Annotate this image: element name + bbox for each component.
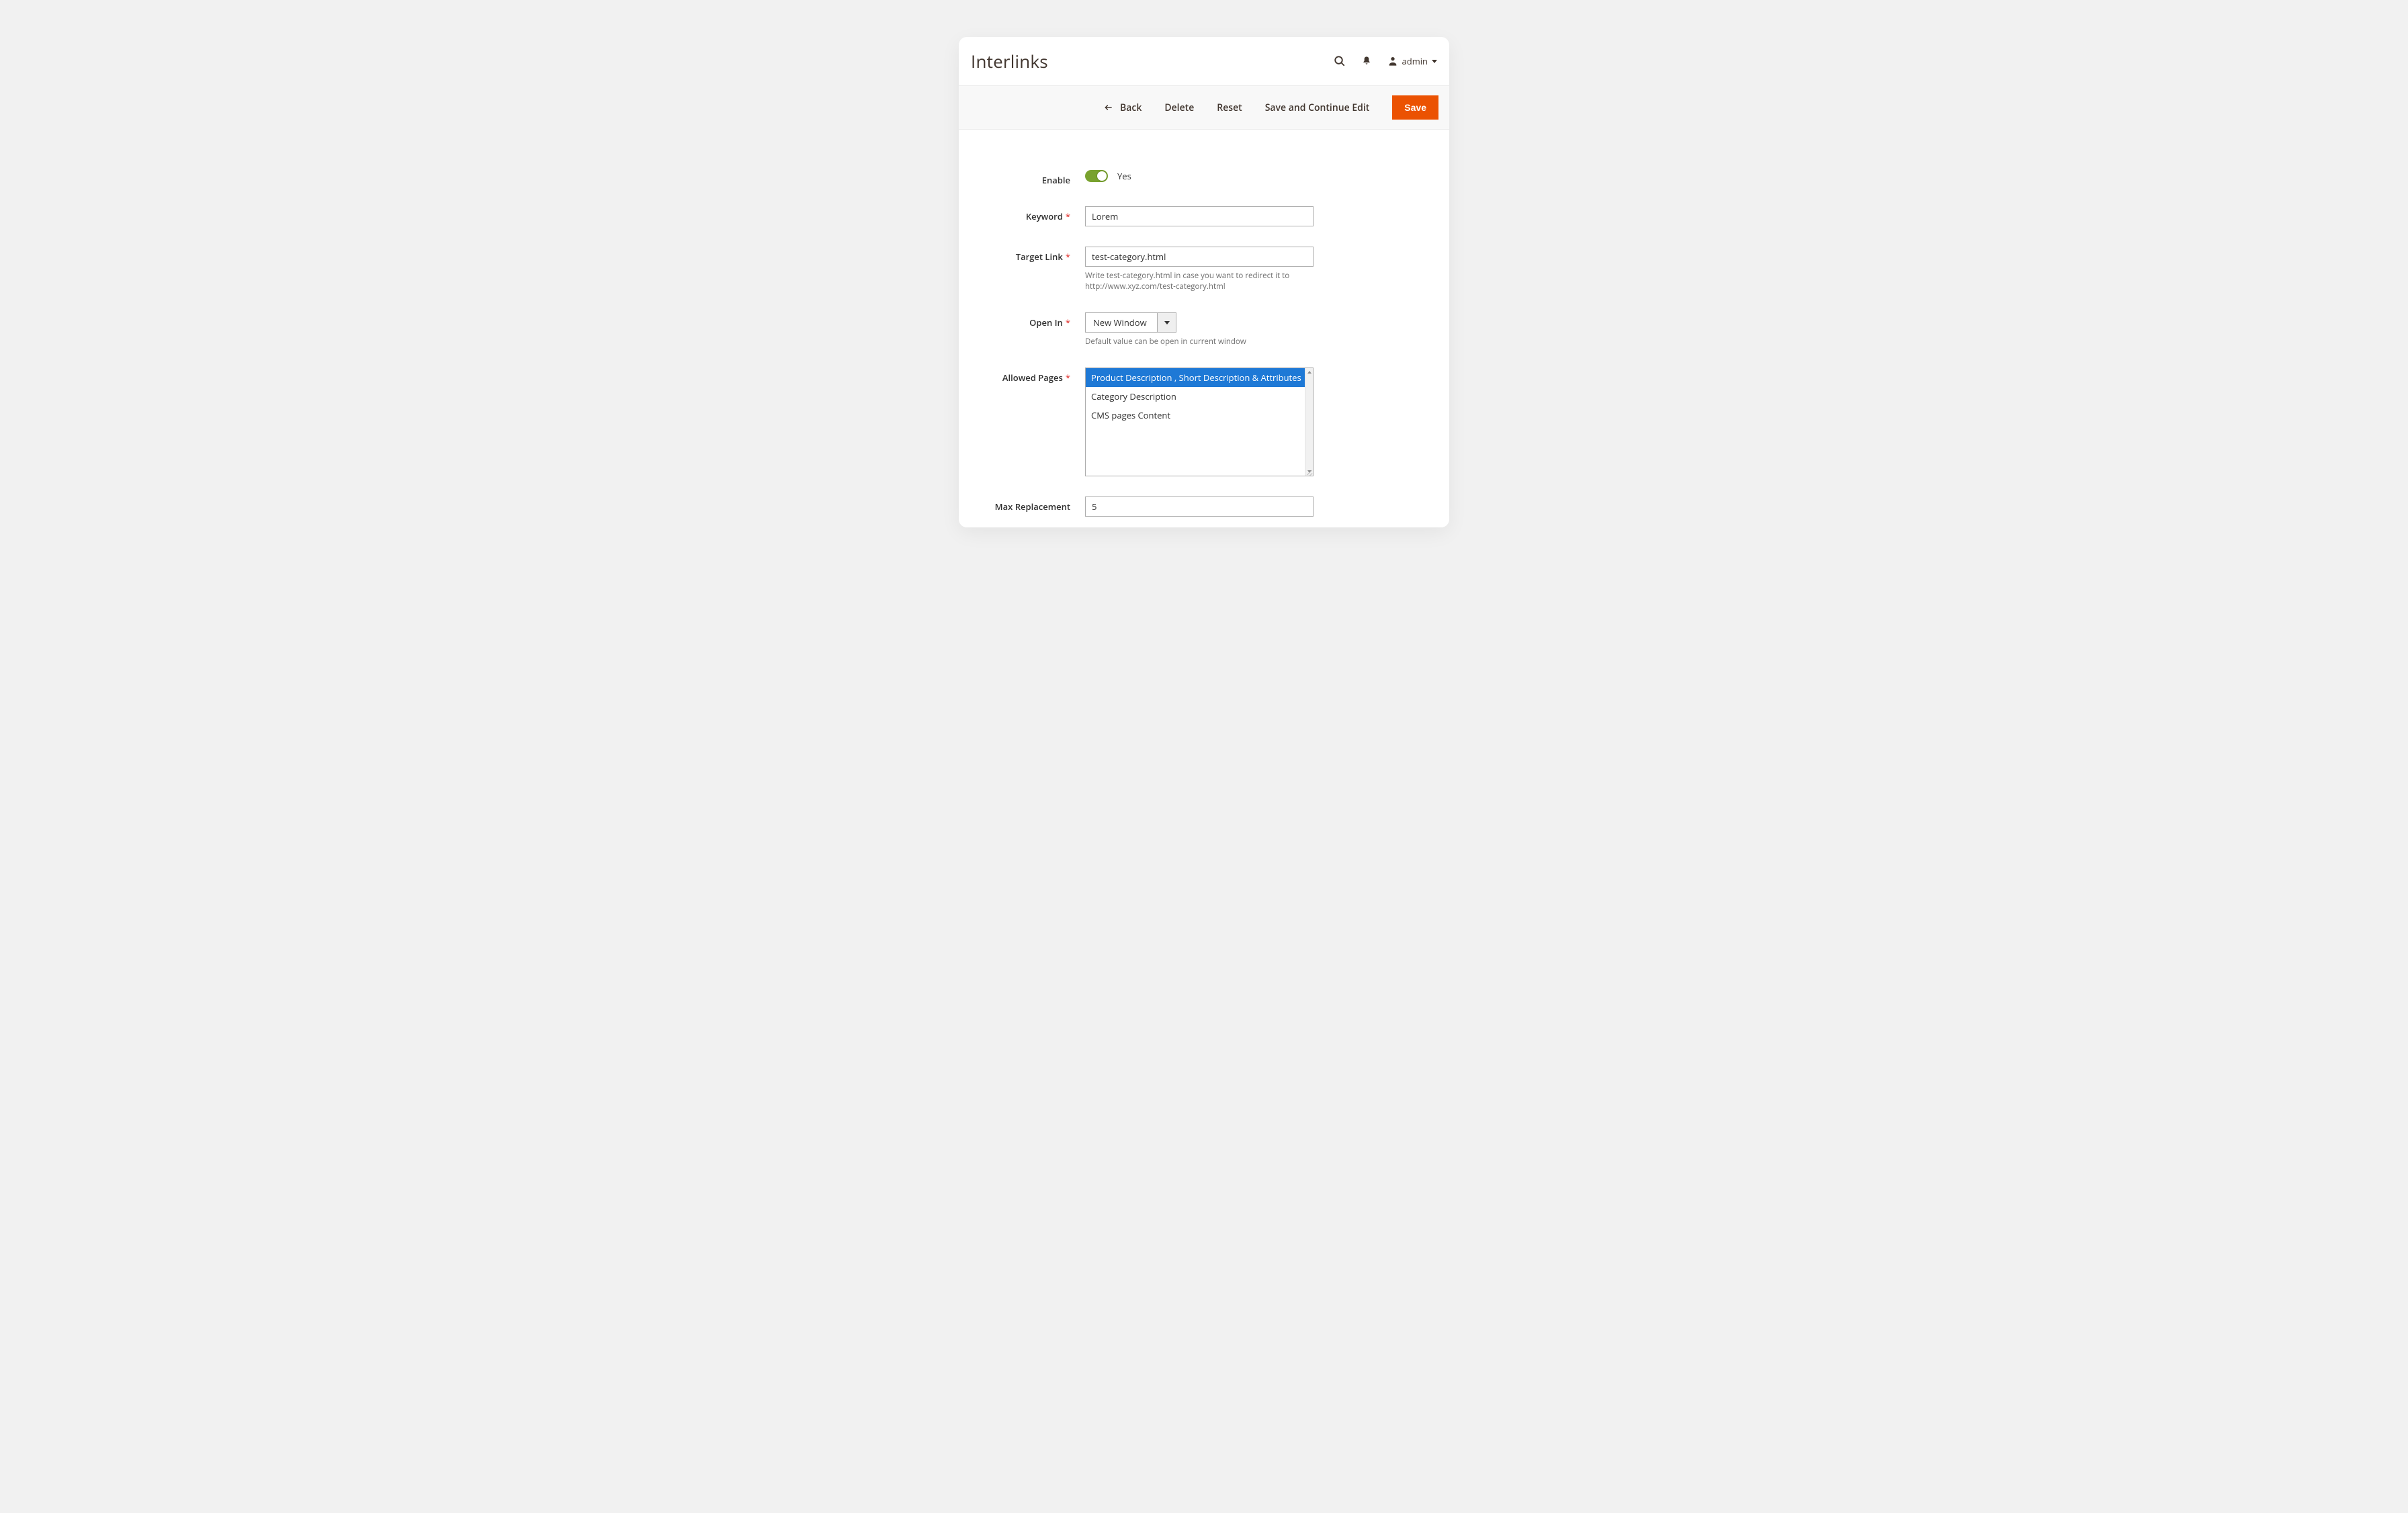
page-title: Interlinks xyxy=(971,49,1048,73)
account-username: admin xyxy=(1402,55,1428,67)
required-indicator: * xyxy=(1066,372,1070,384)
page-header: Interlinks admin xyxy=(959,37,1449,85)
panel: Interlinks admin xyxy=(959,37,1449,527)
reset-button[interactable]: Reset xyxy=(1217,101,1242,114)
caret-down-icon xyxy=(1432,60,1437,63)
required-indicator: * xyxy=(1066,251,1070,263)
scroll-up[interactable] xyxy=(1305,368,1313,376)
keyword-input[interactable] xyxy=(1085,206,1314,226)
form: Enable Yes Keyword* Target Link xyxy=(959,130,1449,527)
label-open-in: Open In* xyxy=(970,312,1085,329)
back-button[interactable]: Back xyxy=(1104,101,1142,114)
row-target-link: Target Link* Write test-category.html in… xyxy=(970,247,1438,292)
row-keyword: Keyword* xyxy=(970,206,1438,226)
save-continue-button[interactable]: Save and Continue Edit xyxy=(1265,101,1370,114)
delete-button[interactable]: Delete xyxy=(1164,101,1194,114)
row-allowed-pages: Allowed Pages* Product Description , Sho… xyxy=(970,368,1438,476)
open-in-value: New Window xyxy=(1086,313,1157,332)
target-link-hint: Write test-category.html in case you wan… xyxy=(1085,271,1314,292)
open-in-dropdown-btn[interactable] xyxy=(1157,313,1176,332)
row-max-replacement: Max Replacement xyxy=(970,496,1438,517)
enable-toggle[interactable] xyxy=(1085,170,1108,182)
label-enable: Enable xyxy=(970,170,1085,186)
allowed-pages-multiselect[interactable]: Product Description , Short Description … xyxy=(1085,368,1314,476)
label-max-replacement: Max Replacement xyxy=(970,496,1085,513)
back-label: Back xyxy=(1120,101,1142,114)
save-button[interactable]: Save xyxy=(1392,95,1438,120)
open-in-hint: Default value can be open in current win… xyxy=(1085,337,1314,347)
resize-handle[interactable] xyxy=(1307,470,1312,475)
required-indicator: * xyxy=(1066,210,1070,222)
header-actions: admin xyxy=(1334,55,1437,67)
required-indicator: * xyxy=(1066,316,1070,329)
label-keyword: Keyword* xyxy=(970,206,1085,222)
account-menu[interactable]: admin xyxy=(1387,55,1437,67)
toggle-knob xyxy=(1097,171,1107,181)
action-bar: Back Delete Reset Save and Continue Edit… xyxy=(959,85,1449,130)
caret-down-icon xyxy=(1164,321,1170,325)
label-target-link: Target Link* xyxy=(970,247,1085,263)
multiselect-option[interactable]: CMS pages Content xyxy=(1086,406,1313,425)
target-link-input[interactable] xyxy=(1085,247,1314,267)
enable-value: Yes xyxy=(1117,170,1131,182)
multiselect-option[interactable]: Product Description , Short Description … xyxy=(1086,368,1313,387)
multiselect-option[interactable]: Category Description xyxy=(1086,387,1313,406)
search-icon[interactable] xyxy=(1334,55,1346,67)
user-icon xyxy=(1387,56,1398,67)
row-enable: Enable Yes xyxy=(970,170,1438,186)
scrollbar[interactable] xyxy=(1305,368,1313,476)
open-in-select[interactable]: New Window xyxy=(1085,312,1176,333)
arrow-left-icon xyxy=(1104,103,1113,112)
notifications-icon[interactable] xyxy=(1361,55,1373,67)
row-open-in: Open In* New Window Default value can be… xyxy=(970,312,1438,347)
label-allowed-pages: Allowed Pages* xyxy=(970,368,1085,384)
max-replacement-input[interactable] xyxy=(1085,496,1314,517)
